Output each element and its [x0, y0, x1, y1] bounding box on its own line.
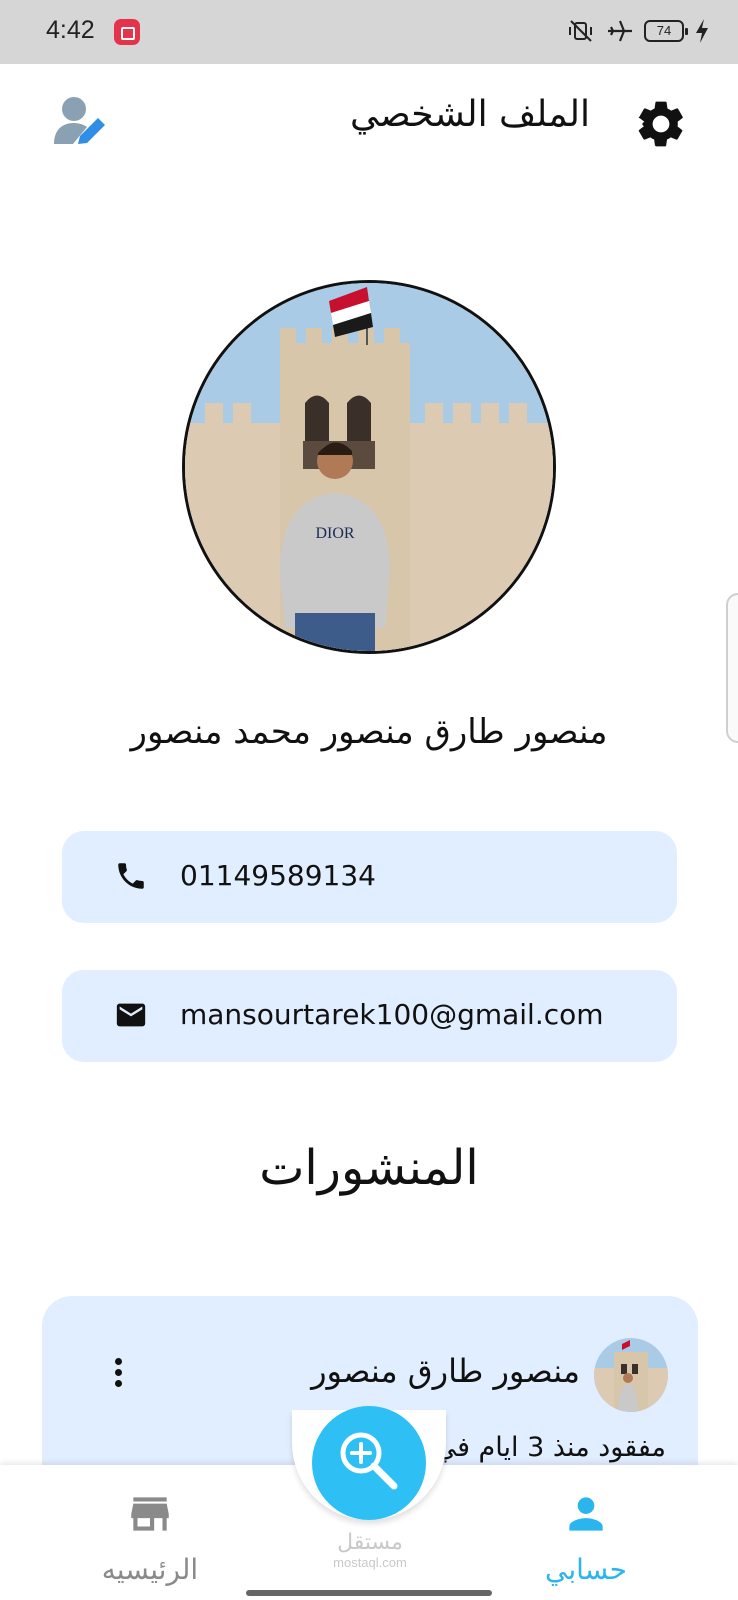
status-icons: 74: [566, 18, 710, 44]
post-author-avatar[interactable]: [594, 1338, 668, 1412]
battery-icon: 74: [644, 20, 688, 42]
phone-number: 01149589134: [180, 859, 376, 892]
more-vert-icon: [114, 1358, 122, 1365]
post-options-button[interactable]: [108, 1358, 128, 1394]
person-icon: [569, 1497, 603, 1531]
page-title: الملف الشخصي: [350, 94, 590, 135]
phone-card[interactable]: 01149589134: [62, 831, 677, 923]
profile-photo[interactable]: DIOR: [182, 280, 556, 654]
charging-icon: [696, 19, 708, 43]
edge-panel-handle[interactable]: [726, 593, 738, 743]
post-author-name[interactable]: منصور طارق منصور: [311, 1352, 580, 1390]
profile-full-name: منصور طارق منصور محمد منصور: [130, 712, 608, 752]
nav-label-home: الرئيسيه: [101, 1553, 199, 1586]
home-indicator[interactable]: [246, 1590, 492, 1596]
profile-photo-image: DIOR: [185, 283, 553, 651]
watermark: مستقل mostaql.com: [320, 1530, 420, 1570]
settings-button[interactable]: [633, 96, 689, 152]
nav-item-home[interactable]: الرئيسيه: [50, 1465, 250, 1600]
nav-label-account: حسابي: [545, 1553, 627, 1586]
email-address: mansourtarek100@gmail.com: [180, 998, 604, 1031]
mail-icon: [116, 1003, 146, 1027]
status-time: 4:42: [46, 16, 95, 44]
posts-heading: المنشورات: [259, 1140, 479, 1196]
edit-profile-button[interactable]: [50, 94, 110, 154]
airplane-icon: [608, 20, 632, 42]
phone-icon: [118, 863, 144, 889]
search-fab-button[interactable]: [312, 1406, 426, 1520]
post-author-avatar-image: [594, 1338, 668, 1412]
svg-text:DIOR: DIOR: [315, 525, 354, 542]
screen-record-icon: [114, 19, 140, 45]
nav-item-account[interactable]: حسابي: [486, 1465, 686, 1600]
email-card[interactable]: mansourtarek100@gmail.com: [62, 970, 677, 1062]
zoom-in-icon: [340, 1432, 398, 1490]
watermark-latin: mostaql.com: [333, 1555, 407, 1570]
edit-profile-icon: [54, 97, 105, 144]
gear-icon: [638, 101, 683, 147]
app-header: الملف الشخصي: [0, 64, 738, 174]
watermark-arabic: مستقل: [337, 1530, 403, 1555]
status-bar: 4:42 74: [0, 0, 738, 64]
mute-vibrate-icon: [569, 20, 592, 42]
battery-level: 74: [656, 23, 672, 38]
store-icon: [131, 1497, 169, 1531]
